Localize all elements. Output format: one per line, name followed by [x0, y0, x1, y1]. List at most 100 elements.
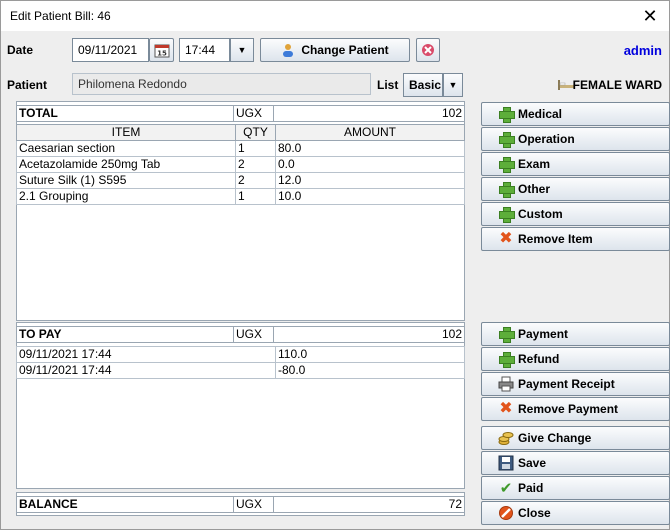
balance-currency: UGX	[234, 497, 274, 512]
table-row[interactable]: Caesarian section 1 80.0	[16, 140, 465, 157]
to-pay-row: TO PAY UGX 102	[16, 326, 465, 343]
close-label: Close	[518, 506, 551, 520]
total-label: TOTAL	[17, 106, 234, 121]
save-label: Save	[518, 456, 547, 470]
printer-icon	[498, 376, 514, 392]
remove-payment-button[interactable]: ✖ Remove Payment	[481, 397, 670, 421]
add-other-label: Other	[518, 182, 551, 196]
price-list-dropdown-button[interactable]: ▼	[443, 73, 463, 97]
remove-x-icon: ✖	[499, 400, 513, 417]
ward-label: FEMALE WARD	[572, 78, 662, 92]
add-exam-label: Exam	[518, 157, 551, 171]
plus-icon	[499, 327, 515, 343]
column-header-qty[interactable]: QTY	[235, 124, 276, 141]
save-button[interactable]: Save	[481, 451, 670, 475]
window-title: Edit Patient Bill: 46	[10, 9, 111, 23]
plus-icon	[499, 157, 515, 173]
cancel-circle-icon	[499, 506, 513, 520]
qty-cell: 1	[235, 140, 276, 157]
bed-icon	[558, 79, 574, 90]
plus-icon	[499, 107, 515, 123]
chevron-down-icon: ▼	[448, 80, 458, 90]
change-patient-button[interactable]: Change Patient	[260, 38, 410, 62]
calendar-button[interactable]: 15	[149, 38, 174, 62]
plus-icon	[499, 352, 515, 368]
close-window-icon[interactable]: ✕	[637, 3, 663, 29]
time-dropdown-button[interactable]: ▼	[230, 38, 254, 62]
remove-x-icon: ✖	[499, 230, 513, 247]
table-row[interactable]: Suture Silk (1) S595 2 12.0	[16, 172, 465, 189]
add-custom-label: Custom	[518, 207, 563, 221]
remove-patient-icon	[422, 44, 434, 56]
give-change-button[interactable]: Give Change	[481, 426, 670, 450]
item-cell: Acetazolamide 250mg Tab	[16, 156, 236, 173]
refund-button[interactable]: Refund	[481, 347, 670, 371]
remove-patient-button[interactable]	[416, 38, 440, 62]
close-button[interactable]: Close	[481, 501, 670, 525]
qty-cell: 1	[235, 188, 276, 205]
title-bar: Edit Patient Bill: 46 ✕	[1, 1, 669, 31]
items-table: ITEM QTY AMOUNT Caesarian section 1 80.0…	[16, 124, 465, 205]
chevron-down-icon: ▼	[237, 45, 247, 55]
amount-cell: 10.0	[275, 188, 465, 205]
item-cell: 2.1 Grouping	[16, 188, 236, 205]
total-row: TOTAL UGX 102	[16, 105, 465, 122]
payment-date-cell: 09/11/2021 17:44	[16, 346, 276, 363]
add-medical-button[interactable]: Medical	[481, 102, 670, 126]
add-operation-label: Operation	[518, 132, 575, 146]
amount-cell: 0.0	[275, 156, 465, 173]
coins-icon	[498, 432, 514, 445]
remove-payment-label: Remove Payment	[518, 402, 619, 416]
table-row[interactable]: 2.1 Grouping 1 10.0	[16, 188, 465, 205]
payment-date-cell: 09/11/2021 17:44	[16, 362, 276, 379]
floppy-disk-icon	[498, 455, 514, 471]
paid-label: Paid	[518, 481, 544, 495]
balance-label: BALANCE	[17, 497, 234, 512]
amount-cell: 12.0	[275, 172, 465, 189]
date-label: Date	[7, 43, 34, 57]
balance-row: BALANCE UGX 72	[16, 496, 465, 513]
date-field[interactable]: 09/11/2021	[72, 38, 149, 62]
amount-cell: 80.0	[275, 140, 465, 157]
give-change-label: Give Change	[518, 431, 592, 445]
patient-label: Patient	[7, 78, 48, 92]
qty-cell: 2	[235, 156, 276, 173]
payment-amount-cell: -80.0	[275, 362, 465, 379]
table-row[interactable]: 09/11/2021 17:44 110.0	[16, 346, 465, 363]
to-pay-currency: UGX	[234, 327, 274, 342]
price-list-select[interactable]: Basic	[403, 73, 443, 97]
balance-value: 72	[448, 497, 462, 511]
edit-patient-bill-window: Edit Patient Bill: 46 ✕ Date 09/11/2021 …	[0, 0, 670, 530]
refund-label: Refund	[518, 352, 560, 366]
payment-receipt-button[interactable]: Payment Receipt	[481, 372, 670, 396]
calendar-icon: 15	[154, 44, 169, 58]
table-row[interactable]: Acetazolamide 250mg Tab 2 0.0	[16, 156, 465, 173]
to-pay-value: 102	[441, 327, 462, 341]
table-row[interactable]: 09/11/2021 17:44 -80.0	[16, 362, 465, 379]
time-field[interactable]: 17:44	[179, 38, 230, 62]
payment-receipt-label: Payment Receipt	[518, 377, 615, 391]
checkmark-icon: ✔	[499, 480, 513, 497]
list-label: List	[377, 78, 399, 92]
payment-amount-cell: 110.0	[275, 346, 465, 363]
patient-icon	[281, 43, 295, 57]
payment-button[interactable]: Payment	[481, 322, 670, 346]
item-cell: Caesarian section	[16, 140, 236, 157]
add-exam-button[interactable]: Exam	[481, 152, 670, 176]
qty-cell: 2	[235, 172, 276, 189]
column-header-amount[interactable]: AMOUNT	[275, 124, 465, 141]
plus-icon	[499, 207, 515, 223]
total-currency: UGX	[234, 106, 274, 121]
paid-button[interactable]: ✔ Paid	[481, 476, 670, 500]
remove-item-button[interactable]: ✖ Remove Item	[481, 227, 670, 251]
column-header-item[interactable]: ITEM	[16, 124, 236, 141]
item-cell: Suture Silk (1) S595	[16, 172, 236, 189]
add-custom-button[interactable]: Custom	[481, 202, 670, 226]
change-patient-label: Change Patient	[301, 43, 389, 57]
add-other-button[interactable]: Other	[481, 177, 670, 201]
plus-icon	[499, 132, 515, 148]
user-label: admin	[623, 43, 662, 58]
svg-text:15: 15	[157, 50, 167, 58]
total-value: 102	[441, 106, 462, 120]
add-operation-button[interactable]: Operation	[481, 127, 670, 151]
